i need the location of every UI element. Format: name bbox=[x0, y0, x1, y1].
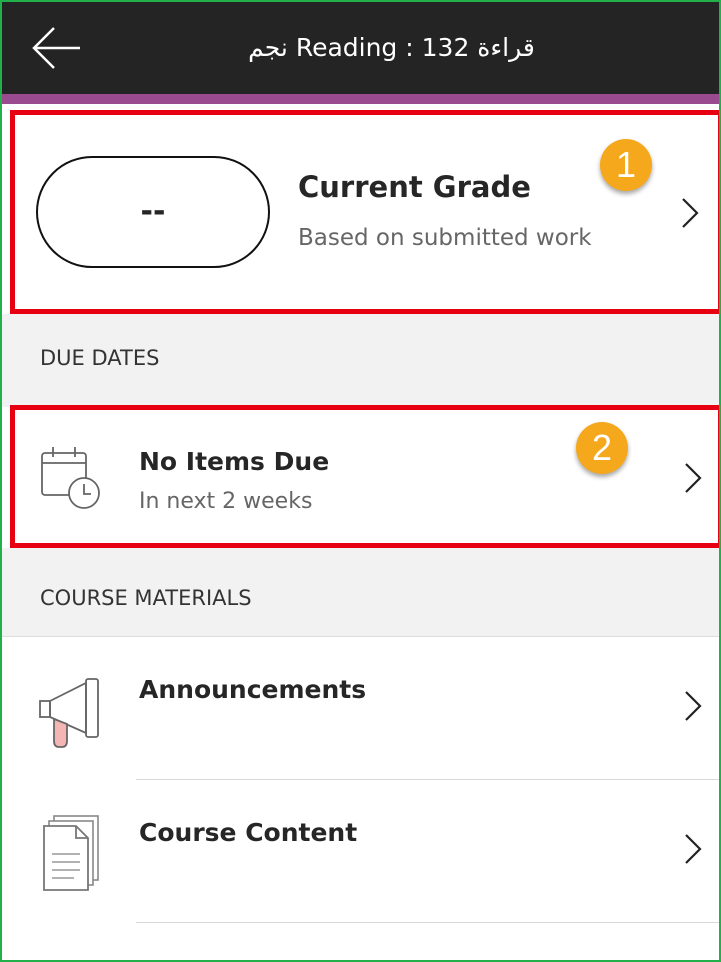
course-content-row[interactable]: Course Content bbox=[2, 780, 719, 923]
due-dates-header: DUE DATES bbox=[2, 314, 719, 407]
megaphone-icon bbox=[39, 678, 99, 748]
back-button[interactable] bbox=[24, 24, 84, 72]
top-bar: قراءة 132 : Reading نجم bbox=[2, 2, 719, 94]
course-title: قراءة 132 : Reading نجم bbox=[248, 33, 535, 62]
arrow-left-icon bbox=[32, 27, 80, 69]
documents-icon bbox=[43, 815, 99, 891]
chevron-right-icon bbox=[685, 691, 702, 721]
announcements-label: Announcements bbox=[139, 675, 367, 704]
due-dates-label: DUE DATES bbox=[40, 346, 160, 370]
course-color-strip bbox=[2, 94, 719, 104]
divider bbox=[136, 922, 719, 923]
course-materials-header: COURSE MATERIALS bbox=[2, 548, 719, 636]
course-materials-label: COURSE MATERIALS bbox=[40, 586, 252, 610]
highlight-box-2 bbox=[10, 405, 719, 548]
app-frame: قراءة 132 : Reading نجم -- Current Grade… bbox=[0, 0, 721, 962]
course-content-label: Course Content bbox=[139, 818, 358, 847]
highlight-box-1 bbox=[10, 110, 719, 314]
chevron-right-icon bbox=[685, 834, 702, 864]
announcements-row[interactable]: Announcements bbox=[2, 637, 719, 780]
